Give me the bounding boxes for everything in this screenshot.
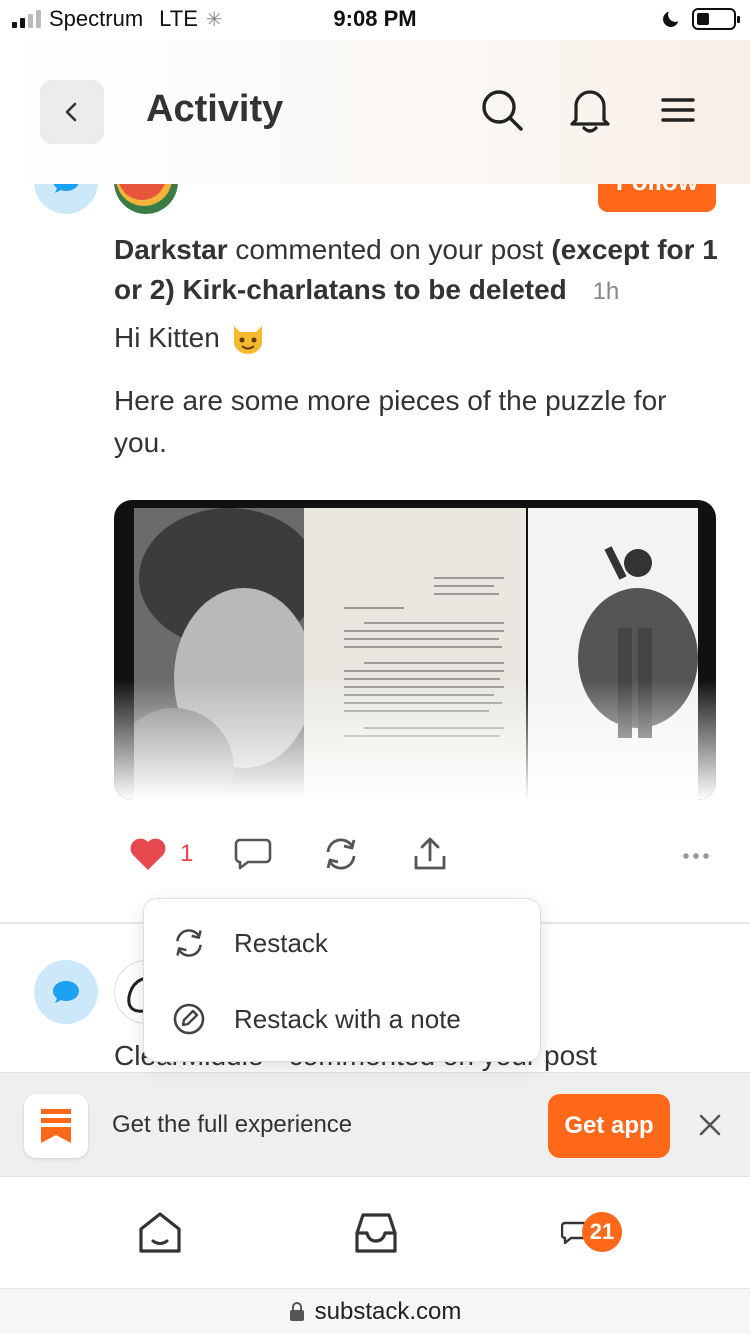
close-icon <box>699 1114 721 1136</box>
like-count: 1 <box>180 840 194 867</box>
url-text: substack.com <box>314 1297 462 1325</box>
close-banner-button[interactable] <box>690 1105 730 1145</box>
more-options-button[interactable] <box>682 836 710 872</box>
restack-button[interactable] <box>322 836 360 872</box>
comment-icon <box>234 838 272 870</box>
restack-with-note-option[interactable]: Restack with a note <box>144 981 542 1057</box>
share-icon <box>414 837 446 870</box>
more-dots-icon <box>683 853 709 859</box>
comment-body: Here are some more pieces of the puzzle … <box>114 385 667 458</box>
back-button[interactable] <box>40 80 104 144</box>
search-icon <box>482 90 523 131</box>
like-button[interactable]: 1 <box>128 836 193 872</box>
battery-icon <box>692 8 740 30</box>
time-ago: 1h <box>592 278 620 305</box>
restack-with-note-label: Restack with a note <box>234 1003 461 1034</box>
search-button[interactable] <box>478 86 526 134</box>
share-button[interactable] <box>412 836 448 872</box>
menu-button[interactable] <box>654 86 702 134</box>
chat-unread-badge: 21 <box>582 1212 622 1252</box>
notification-text[interactable]: Darkstar commented on your post (except … <box>114 230 724 312</box>
lock-icon <box>289 1301 304 1321</box>
browser-url-bar[interactable]: substack.com <box>0 1288 750 1334</box>
home-icon <box>139 1212 181 1253</box>
nav-home[interactable] <box>136 1209 184 1257</box>
comment-type-badge <box>34 960 98 1024</box>
restack-icon <box>176 929 202 957</box>
comment-image[interactable] <box>114 500 716 800</box>
notifications-button[interactable] <box>566 86 614 134</box>
banner-text: Get the full experience <box>112 1111 353 1138</box>
nav-inbox[interactable] <box>352 1209 400 1257</box>
activity-header: Activity <box>0 40 750 184</box>
comment-greeting-text: Hi Kitten <box>114 322 220 353</box>
bottom-navigation <box>0 1176 750 1288</box>
get-app-button[interactable]: Get app <box>548 1094 670 1158</box>
restack-menu: Restack Restack with a note <box>143 898 541 1062</box>
get-app-banner: Get the full experience Get app <box>0 1072 750 1176</box>
comment-greeting: Hi Kitten <box>114 320 266 356</box>
back-chevron-icon <box>65 102 77 122</box>
comment-button[interactable] <box>234 836 272 872</box>
image-fade <box>114 680 716 800</box>
comment-bubble-icon <box>53 981 79 1003</box>
restack-icon <box>326 838 356 870</box>
restack-label: Restack <box>234 927 328 958</box>
edit-icon <box>173 1003 205 1035</box>
bell-icon <box>570 90 610 133</box>
heart-icon <box>130 838 166 870</box>
substack-logo <box>24 1094 88 1158</box>
page-title: Activity <box>146 88 284 130</box>
moon-icon <box>663 11 679 27</box>
actor-name[interactable]: Darkstar <box>114 234 228 265</box>
post-actions: 1 <box>114 836 724 880</box>
restack-option[interactable]: Restack <box>144 905 542 981</box>
substack-logo-icon <box>41 1109 71 1143</box>
status-time: 9:08 PM <box>333 6 417 31</box>
menu-icon <box>661 98 695 122</box>
status-bar: Spectrum LTE ✳ 9:08 PM <box>0 0 750 40</box>
cat-emoji-icon <box>233 326 262 354</box>
notification-action: commented on your post <box>235 234 544 265</box>
status-right <box>660 8 740 30</box>
inbox-icon <box>355 1213 397 1253</box>
